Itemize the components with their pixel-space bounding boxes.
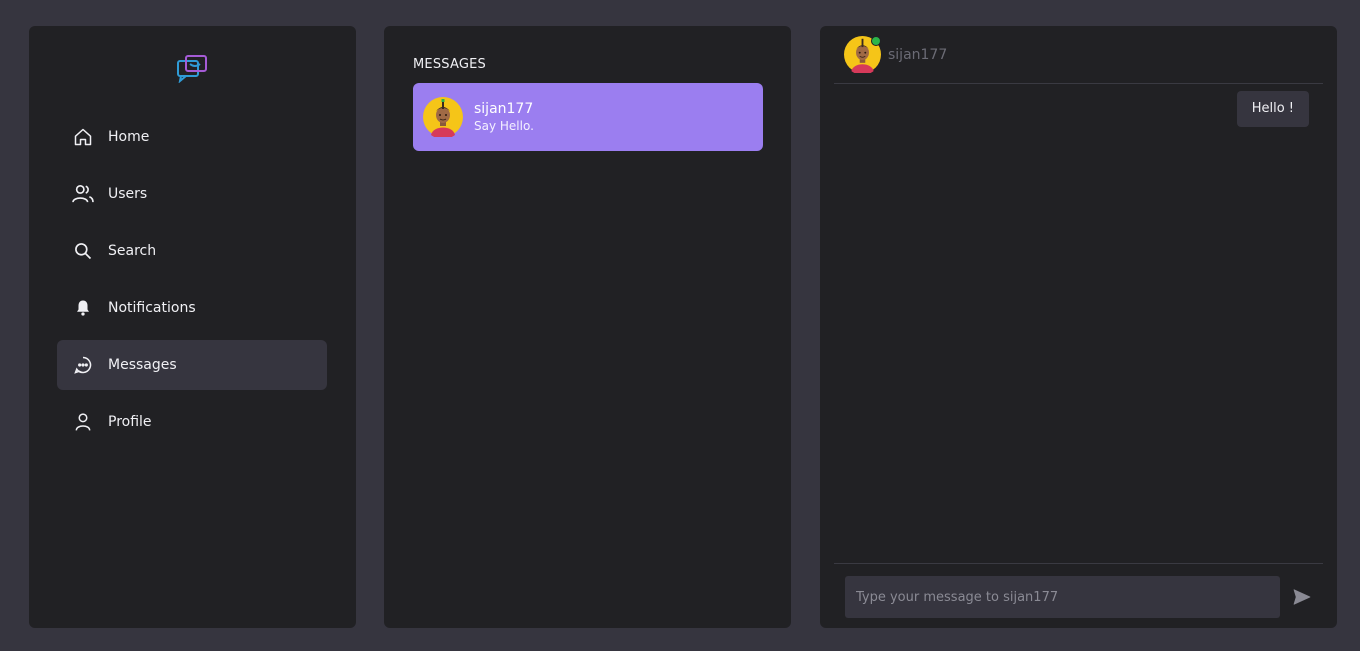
conversation-preview: Say Hello. bbox=[474, 119, 534, 133]
sidebar-item-users[interactable]: Users bbox=[57, 169, 327, 219]
chat-avatar[interactable] bbox=[844, 36, 881, 75]
avatar bbox=[423, 97, 463, 137]
online-status-dot bbox=[871, 36, 881, 46]
sidebar-item-messages[interactable]: Messages bbox=[57, 340, 327, 390]
conversations-title: MESSAGES bbox=[413, 57, 486, 72]
conversation-item[interactable]: sijan177 Say Hello. bbox=[413, 83, 763, 151]
sidebar-item-label: Home bbox=[108, 129, 150, 145]
sidebar-item-search[interactable]: Search bbox=[57, 226, 327, 276]
sidebar-item-home[interactable]: Home bbox=[57, 112, 327, 162]
message-bubble-outgoing: Hello ! bbox=[1236, 91, 1309, 127]
chat-username[interactable]: sijan177 bbox=[888, 47, 947, 63]
conversations-panel: MESSAGES sijan177 Say Hello. bbox=[384, 26, 791, 628]
conversation-text: sijan177 Say Hello. bbox=[474, 100, 534, 134]
chat-panel: sijan177 Hello ! bbox=[820, 26, 1337, 628]
sidebar-item-notifications[interactable]: Notifications bbox=[57, 283, 327, 333]
send-icon bbox=[1293, 589, 1311, 605]
message-icon bbox=[72, 354, 94, 376]
message-input[interactable] bbox=[845, 576, 1280, 618]
home-icon bbox=[72, 126, 94, 148]
sidebar-item-label: Users bbox=[108, 186, 148, 202]
sidebar-nav: Home Users Search Notifications Messages bbox=[57, 112, 327, 454]
user-icon bbox=[72, 411, 94, 433]
sidebar-item-label: Profile bbox=[108, 414, 152, 430]
chat-footer bbox=[834, 563, 1323, 628]
sidebar: Home Users Search Notifications Messages bbox=[29, 26, 356, 628]
users-icon bbox=[72, 183, 94, 205]
sidebar-item-label: Search bbox=[108, 243, 157, 259]
search-icon bbox=[72, 240, 94, 262]
chat-header: sijan177 bbox=[834, 26, 1323, 84]
conversation-name: sijan177 bbox=[474, 101, 534, 117]
chat-logo-icon[interactable] bbox=[176, 53, 208, 84]
bell-icon bbox=[72, 297, 94, 319]
sidebar-item-label: Notifications bbox=[108, 300, 196, 316]
sidebar-item-label: Messages bbox=[108, 357, 177, 373]
sidebar-item-profile[interactable]: Profile bbox=[57, 397, 327, 447]
send-button[interactable] bbox=[1292, 587, 1312, 607]
